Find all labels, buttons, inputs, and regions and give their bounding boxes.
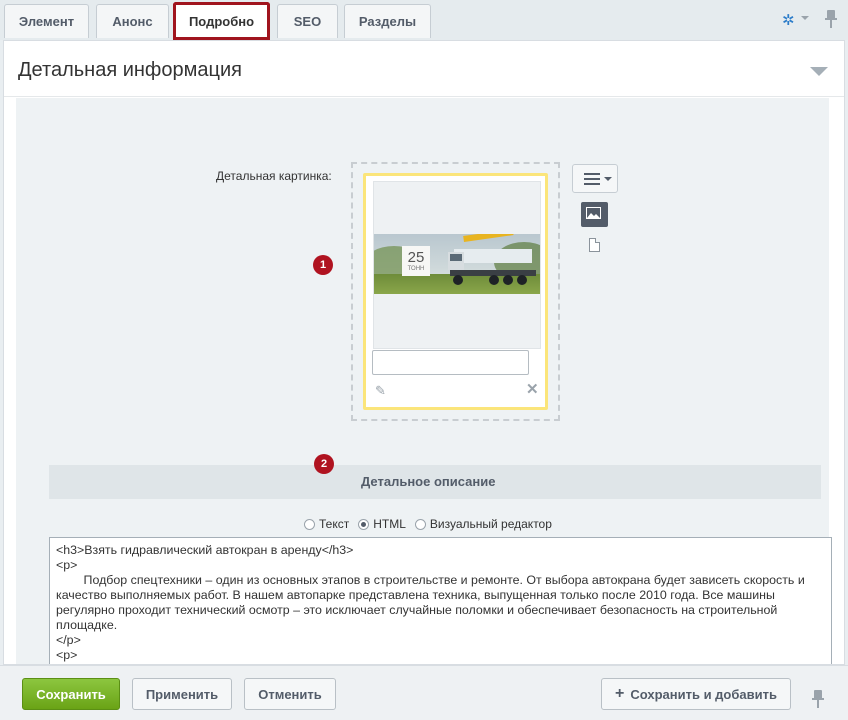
- radio-label: HTML: [373, 517, 406, 531]
- cancel-button[interactable]: Отменить: [244, 678, 336, 710]
- save-and-add-button[interactable]: + Сохранить и добавить: [601, 678, 791, 710]
- tab-bar: Элемент Анонс Подробно SEO Разделы ✲: [0, 0, 848, 40]
- save-button[interactable]: Сохранить: [22, 678, 120, 710]
- tab-element[interactable]: Элемент: [4, 4, 89, 38]
- pin-icon[interactable]: [812, 690, 824, 708]
- close-icon[interactable]: ✕: [526, 380, 539, 398]
- radio-checked-icon: [358, 518, 370, 530]
- collapse-arrow-icon[interactable]: [810, 67, 828, 76]
- gear-icon[interactable]: ✲: [782, 11, 795, 29]
- mode-visual-radio[interactable]: Визуальный редактор: [414, 517, 552, 531]
- tab-label: Элемент: [18, 14, 75, 29]
- chevron-down-icon[interactable]: [801, 16, 809, 20]
- description-title: Детальное описание: [361, 474, 496, 489]
- image-description-input[interactable]: [372, 350, 529, 375]
- footer-bar: Сохранить Применить Отменить + Сохранить…: [0, 665, 848, 720]
- photo-tonnage-number: 25: [407, 249, 425, 266]
- radio-icon: [414, 518, 426, 530]
- image-view-icon[interactable]: [581, 202, 608, 227]
- tab-details[interactable]: Подробно: [173, 2, 270, 40]
- tab-label: Разделы: [358, 14, 417, 29]
- tab-label: Подробно: [188, 14, 255, 29]
- tab-announce[interactable]: Анонс: [96, 4, 169, 38]
- photo-tonnage-unit: ТОНН: [407, 266, 425, 272]
- html-editor-textarea[interactable]: <h3>Взять гидравлический автокран в арен…: [49, 537, 832, 664]
- radio-icon: [304, 518, 315, 530]
- marker-badge-2: 2: [314, 454, 334, 474]
- main-panel: Детальная информация Детальная картинка:: [3, 40, 845, 665]
- plus-icon: +: [615, 685, 625, 702]
- tab-label: Анонс: [112, 14, 153, 29]
- radio-label: Визуальный редактор: [429, 517, 552, 531]
- tab-sections[interactable]: Разделы: [344, 4, 431, 38]
- image-preview[interactable]: 25 ТОНН: [373, 181, 541, 349]
- editor-mode-switch: Текст HTML Визуальный редактор: [304, 517, 561, 531]
- file-icon[interactable]: [589, 238, 600, 252]
- section-title: Детальная информация: [18, 59, 242, 81]
- save-and-add-label: Сохранить и добавить: [630, 686, 777, 702]
- pin-icon[interactable]: [825, 10, 837, 28]
- pencil-icon[interactable]: ✎: [375, 383, 386, 399]
- divider: [4, 96, 844, 97]
- image-menu-button[interactable]: [572, 164, 618, 193]
- chevron-down-icon: [604, 177, 612, 181]
- mode-text-radio[interactable]: Текст: [304, 517, 349, 531]
- apply-button[interactable]: Применить: [132, 678, 232, 710]
- tab-seo[interactable]: SEO: [277, 4, 338, 38]
- radio-label: Текст: [319, 517, 350, 531]
- tab-label: SEO: [293, 14, 322, 29]
- marker-badge-1: 1: [313, 255, 333, 275]
- image-card: 25 ТОНН ✎ ✕: [363, 173, 548, 410]
- section-content: Детальная картинка: 25 ТОНН ✎ ✕ 1 2 Дета…: [16, 98, 832, 664]
- mode-html-radio[interactable]: HTML: [358, 517, 406, 531]
- crane-truck-photo: [374, 234, 540, 294]
- detail-picture-label: Детальная картинка:: [216, 169, 332, 183]
